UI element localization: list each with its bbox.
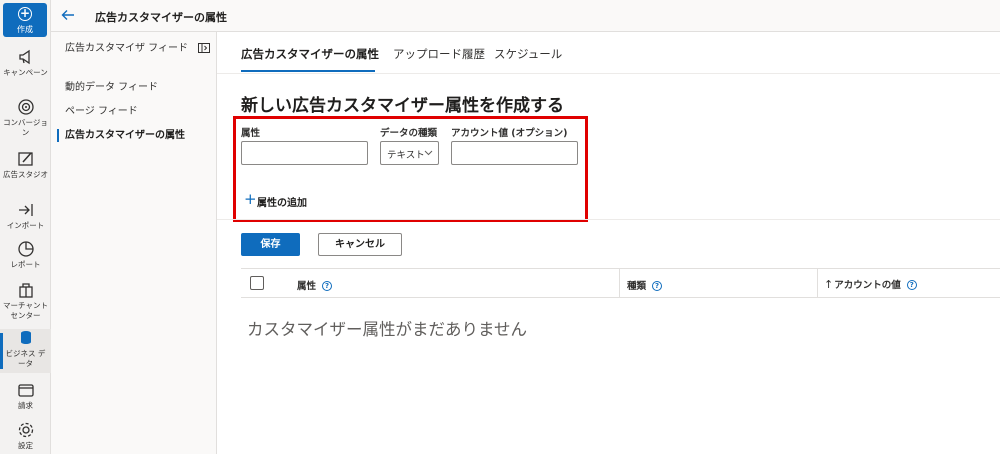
table-header: 属性? 種類? ↑アカウントの値? [241,268,1000,298]
tab-bar: 広告カスタマイザーの属性 アップロード履歴 スケジュール [217,32,1000,74]
rail-item-label: 請求 [18,401,33,410]
create-button[interactable]: + 作成 [3,3,47,37]
app-root: + 作成 キャンペーン コンバージョン 広告スタジオ インポート レポート マー… [0,0,1000,454]
active-tab-indicator [241,70,375,72]
rail-item-import[interactable]: インポート [0,201,51,235]
rail-item-business-data[interactable]: ビジネス データ [0,329,51,373]
left-rail: + 作成 キャンペーン コンバージョン 広告スタジオ インポート レポート マー… [0,0,51,454]
subnav-item-ad-customizer-attributes[interactable]: 広告カスタマイザーの属性 [57,128,195,143]
empty-state-message: カスタマイザー属性がまだありません [247,320,528,339]
column-label: アカウントの値 [834,280,901,291]
cancel-button[interactable]: キャンセル [318,233,402,256]
rail-item-merchant-center[interactable]: マーチャント センター [0,281,51,325]
subnav-item-page-feed[interactable]: ページ フィード [65,104,195,119]
subnav-item-ad-customizer-feed[interactable]: 広告カスタマイザ フィード [65,41,195,56]
wallet-icon [17,384,34,397]
column-type[interactable]: 種類? [627,278,663,292]
tab-attributes[interactable]: 広告カスタマイザーの属性 [241,46,379,62]
attribute-label: 属性 [241,128,261,139]
subnav-item-dynamic-data-feed[interactable]: 動的データ フィード [65,80,195,95]
rail-item-label: 広告スタジオ [3,170,48,179]
rail-item-label: マーチャント センター [3,301,48,320]
help-icon[interactable]: ? [322,281,333,291]
database-icon [20,331,31,344]
data-type-select[interactable]: テキスト [380,141,439,165]
gear-icon [18,422,33,438]
rail-item-billing[interactable]: 請求 [0,381,51,415]
studio-icon [17,152,33,166]
data-type-label: データの種類 [380,128,438,139]
tab-schedule[interactable]: スケジュール [494,46,562,62]
target-icon [17,99,34,115]
rail-item-settings[interactable]: 設定 [0,421,51,454]
rail-item-campaigns[interactable]: キャンペーン [0,48,51,92]
sort-arrow-icon: ↑ [824,278,834,291]
form-heading: 新しい広告カスタマイザー属性を作成する [241,96,564,116]
main-content: 広告カスタマイザーの属性 アップロード履歴 スケジュール 新しい広告カスタマイザ… [217,32,1000,454]
attribute-input[interactable] [241,141,368,165]
secondary-nav: 広告カスタマイザ フィード 動的データ フィード ページ フィード 広告カスタマ… [51,32,217,454]
top-bar: 広告カスタマイザーの属性 [51,0,1000,32]
divider [217,219,1000,220]
create-label: 作成 [17,25,33,34]
merchant-icon [18,283,33,298]
select-all-checkbox[interactable] [250,276,264,290]
back-arrow-icon[interactable] [61,8,75,22]
rail-item-label: ビジネス データ [5,349,46,368]
import-icon [18,204,33,216]
column-divider [817,269,818,298]
megaphone-icon [18,49,30,65]
rail-item-ad-studio[interactable]: 広告スタジオ [0,150,51,194]
rail-item-reports[interactable]: レポート [0,240,51,274]
rail-item-label: インポート [6,221,45,230]
rail-item-label: レポート [10,260,41,269]
rail-item-label: 設定 [18,441,33,450]
help-icon[interactable]: ? [652,281,663,291]
column-account-value[interactable]: ↑アカウントの値? [824,277,917,291]
plus-circle-icon: + [18,6,32,21]
page-title: 広告カスタマイザーの属性 [95,11,227,24]
column-attribute[interactable]: 属性? [297,278,333,292]
chevron-down-icon [424,150,433,156]
column-divider [619,269,620,298]
column-label: 属性 [297,281,317,292]
report-icon [17,241,34,257]
add-attribute-label: 属性の追加 [257,198,307,209]
account-value-label: アカウント値 (オプション) [451,128,568,139]
collapse-pane-icon[interactable] [198,43,210,53]
tab-upload-history[interactable]: アップロード履歴 [393,46,485,62]
rail-item-label: コンバージョン [3,118,48,137]
plus-icon: + [244,190,257,208]
save-button[interactable]: 保存 [241,233,300,256]
column-label: 種類 [627,281,647,292]
help-icon[interactable]: ? [906,280,917,290]
account-value-input[interactable] [451,141,578,165]
data-type-value: テキスト [387,150,425,161]
rail-item-conversions[interactable]: コンバージョン [0,98,51,142]
rail-item-label: キャンペーン [3,68,48,77]
